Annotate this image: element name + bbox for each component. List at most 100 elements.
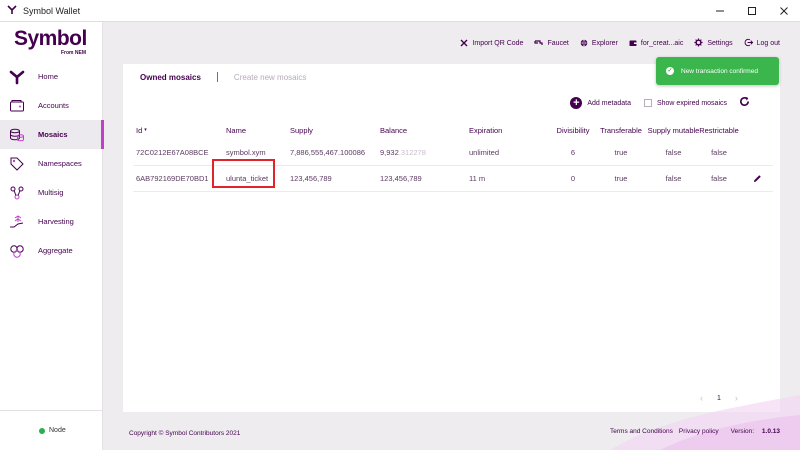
sidebar-item-home[interactable]: Home [0,62,103,91]
sidebar-item-label: Mosaics [38,130,68,139]
sidebar-item-aggregate[interactable]: Aggregate [0,236,103,265]
add-metadata-label: Add metadata [587,99,631,107]
logo-subtitle: From NEM [61,50,86,56]
version-number: 1.0.13 [761,428,780,435]
footer-links: Terms and Conditions Privacy policy Vers… [604,428,780,435]
mosaic-supply-mutable: false [665,174,682,183]
mosaic-supply-mutable: false [665,148,682,157]
panel-toolbar: + Add metadata Show expired mosaics [570,96,750,110]
add-metadata-button[interactable]: + Add metadata [570,97,631,109]
explorer-label: Explorer [591,40,618,47]
highlight-box [212,159,275,188]
column-expiration-header: Expiration [469,125,503,135]
sidebar-item-label: Home [38,72,59,81]
column-restrictable-header: Restrictable [699,125,739,135]
import-qr-label: Import QR Code [472,40,524,47]
minimize-button[interactable] [704,0,736,22]
toast-notification: ✓ New transaction confirmed [656,57,779,85]
account-name: for_creat...aic [640,40,684,47]
sidebar-item-label: Harvesting [38,217,74,226]
sidebar-item-label: Accounts [38,101,69,110]
show-expired-toggle[interactable]: Show expired mosaics [643,99,727,107]
balance-fraction: .312278 [398,148,426,157]
maximize-button[interactable] [736,0,768,22]
show-expired-checkbox[interactable] [643,99,652,107]
column-transferable-header: Transferable [600,125,642,135]
terms-link[interactable]: Terms and Conditions [610,428,673,435]
privacy-link[interactable]: Privacy policy [679,428,719,435]
sidebar-item-label: Multisig [38,188,64,197]
mosaic-transferable: true [614,174,628,183]
version-info: Version: 1.0.13 [730,428,780,435]
mosaic-supply: 123,456,789 [290,174,332,183]
prev-page-icon[interactable]: ‹ [700,393,703,403]
refresh-icon[interactable] [739,96,750,110]
column-balance-header: Balance [380,125,408,135]
import-qr-button[interactable]: Import QR Code [460,39,523,49]
sidebar-item-mosaics[interactable]: Mosaics [0,120,104,149]
footer: Copyright © Symbol Contributors 2021 Ter… [104,420,800,446]
mosaic-id: 6AB792169DE70BD1 [136,174,209,183]
tab-divider [216,72,218,82]
logout-button[interactable]: Log out [744,38,780,49]
node-status[interactable]: Node [0,410,103,450]
pagination: ‹ 1 › [700,393,738,403]
column-supply-header: Supply [290,125,313,135]
copyright-text: Copyright © Symbol Contributors 2021 [129,430,241,437]
table-header: Id ▾ Name Supply Balance Expiration Divis… [133,120,773,140]
mosaic-expiration: unlimited [469,148,500,157]
mosaics-panel: Owned mosaics Create new mosaics + Add m… [123,64,780,412]
accounts-icon [9,98,25,114]
plus-circle-icon: + [570,97,583,109]
coins-icon [9,127,25,143]
mosaic-supply: 7,886,555,467.100086 [290,148,366,157]
sidebar-item-accounts[interactable]: Accounts [0,91,103,120]
sidebar: Symbol From NEM Home Accounts Mosaics Na… [0,22,104,450]
sidebar-item-namespaces[interactable]: Namespaces [0,149,103,178]
logo-text: Symbol [14,27,87,50]
aggregate-icon [9,243,25,259]
mosaic-balance: 123,456,789 [380,174,422,183]
explorer-button[interactable]: Explorer [580,39,618,49]
sidebar-nav: Home Accounts Mosaics Namespaces Multisi… [0,62,104,265]
settings-label: Settings [707,40,733,47]
sidebar-item-label: Namespaces [38,159,82,168]
harvest-icon [9,214,25,230]
node-status-dot [39,427,45,434]
column-name-header: Name [226,125,247,135]
settings-button[interactable]: Settings [694,38,733,49]
wallet-icon [629,39,637,49]
symbol-y-icon [9,69,25,85]
gear-icon [694,38,703,49]
account-selector[interactable]: for_creat...aic [629,39,683,49]
top-actions: Import QR Code Faucet Explorer for_creat… [449,38,780,49]
window-controls [704,0,800,22]
symbol-app-icon [6,4,18,17]
sidebar-item-harvesting[interactable]: Harvesting [0,207,103,236]
node-label: Node [49,427,66,434]
faucet-button[interactable]: Faucet [534,39,569,49]
mosaic-tabs: Owned mosaics Create new mosaics [140,72,306,82]
faucet-icon [534,39,544,49]
qr-icon [460,39,468,49]
page-number[interactable]: 1 [717,395,721,402]
tag-icon [9,156,25,172]
mosaic-restrictable: false [711,174,727,183]
tab-owned-mosaics[interactable]: Owned mosaics [140,73,201,82]
mosaic-restrictable: false [711,148,727,157]
check-circle-icon: ✓ [666,67,674,75]
mosaic-transferable: true [614,148,628,157]
faucet-label: Faucet [547,40,569,47]
mosaic-expiration: 11 m [469,174,486,183]
edit-pencil-icon[interactable] [753,166,762,191]
close-button[interactable] [768,0,800,22]
sidebar-item-multisig[interactable]: Multisig [0,178,103,207]
tab-create-mosaics[interactable]: Create new mosaics [234,73,306,82]
logout-icon [744,38,753,49]
show-expired-label: Show expired mosaics [656,99,727,107]
multisig-icon [9,185,25,201]
symbol-logo: Symbol From NEM [14,28,94,58]
column-id-header[interactable]: Id ▾ [136,120,147,140]
logout-label: Log out [756,40,780,47]
next-page-icon[interactable]: › [735,393,738,403]
